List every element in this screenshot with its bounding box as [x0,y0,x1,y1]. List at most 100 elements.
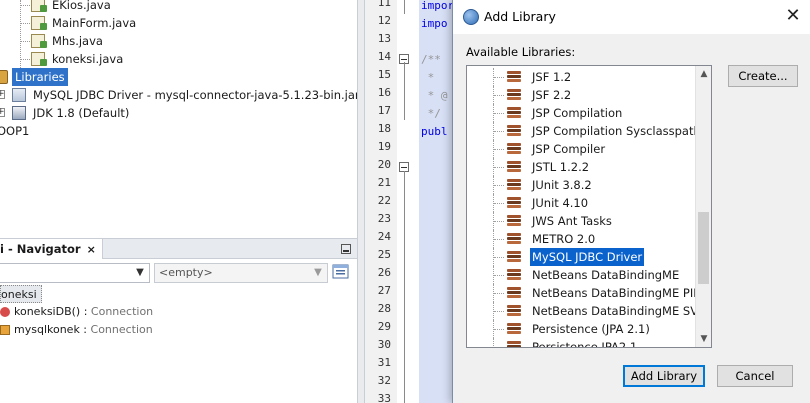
member-name: mysqlkonek : [14,323,91,336]
library-name: Persistence (JPA 2.1) [532,322,650,336]
list-scrollbar[interactable]: ▲ ▼ [695,66,711,347]
library-name: JSF 1.2 [532,70,572,84]
member-name: koneksiDB() : [14,305,91,318]
expand-icon[interactable]: + [0,90,5,99]
library-list-item[interactable]: JSP Compiler [467,140,696,158]
dialog-titlebar[interactable]: Add Library ✕ [453,0,810,34]
java-file-icon [31,52,47,66]
tree-item-library-mysql[interactable]: + MySQL JDBC Driver - mysql-connector-ja… [0,86,357,104]
library-list-item[interactable]: JWS Ant Tasks [467,212,696,230]
libraries-folder-icon [0,70,8,84]
minimize-icon[interactable] [341,244,351,254]
tree-item-project[interactable]: OOP1 [0,122,300,140]
scroll-up-icon[interactable]: ▲ [696,66,711,82]
library-list-item[interactable]: JSP Compilation Sysclasspath [467,122,701,140]
tree-connector [494,167,504,168]
tree-connector [494,239,504,240]
library-books-icon [506,251,522,263]
close-icon[interactable]: ✕ [779,4,807,30]
tree-item-file[interactable]: koneksi.java [0,50,300,68]
navigator-view-dropdown[interactable]: ▼ [0,263,150,283]
library-list-item[interactable]: NetBeans DataBindingME PIM [467,284,703,302]
library-books-icon [506,143,522,155]
filter-settings-icon[interactable] [332,263,350,281]
library-name: JUnit 3.8.2 [532,178,592,192]
library-books-icon [506,323,522,335]
library-books-icon [506,215,522,227]
library-list-item[interactable]: JUnit 3.8.2 [467,176,696,194]
line-number: 25 [377,248,391,261]
library-list-item[interactable]: JSF 1.2 [467,68,696,86]
navigator-tabbar: i - Navigator × [0,239,357,259]
navigator-panel: i - Navigator × ▼ <empty> ▼ oneksi koneks… [0,238,357,403]
tree-connector [494,257,504,258]
library-list-item[interactable]: NetBeans DataBindingME [467,266,696,284]
expand-icon[interactable]: + [0,108,5,117]
line-number: 11 [377,0,391,9]
tree-connector [494,293,504,294]
create-button[interactable]: Create... [728,65,798,87]
library-name: JSP Compilation [532,106,623,120]
close-icon[interactable]: × [87,243,96,256]
library-name: NetBeans DataBindingME SVG [532,304,707,318]
library-name: NetBeans DataBindingME [532,268,680,282]
tree-item-file[interactable]: Mhs.java [0,32,300,50]
library-name: JSTL 1.2.2 [532,160,590,174]
tree-item-label: koneksi.java [52,52,124,66]
tree-item-libraries[interactable]: Libraries [0,68,300,86]
tab-navigator[interactable]: i - Navigator × [0,239,103,259]
fold-guide-line [404,0,405,14]
line-number: 29 [377,320,391,333]
line-number: 13 [377,32,391,45]
library-list-item[interactable]: JSTL 1.2.2 [467,158,696,176]
library-list-item[interactable]: Persistence (JPA 2.1) [467,320,696,338]
tree-item-label: Libraries [12,68,68,86]
library-list-item[interactable]: MySQL JDBC Driver [467,247,696,267]
library-name: NetBeans DataBindingME PIM [532,286,704,300]
tree-item-library-jdk[interactable]: + JDK 1.8 (Default) [0,104,300,122]
tree-connector [494,221,504,222]
java-file-icon [31,16,47,30]
available-libraries-list[interactable]: JSF 1.2 JSF 2.2 JSP Compilation JSP Compila… [466,65,712,348]
scrollbar-thumb[interactable] [698,212,709,284]
tab-label: i - Navigator [0,242,81,256]
tree-connector [494,203,504,204]
cancel-button[interactable]: Cancel [717,365,793,387]
line-number: 15 [377,68,391,81]
tree-item-file[interactable]: EKios.java [0,0,300,14]
tree-connector [494,113,504,114]
line-number: 27 [377,284,391,297]
navigator-class-node[interactable]: oneksi [0,285,42,303]
library-name: JWS Ant Tasks [532,214,612,228]
library-list-item[interactable]: JUnit 4.10 [467,194,696,212]
netbeans-app-icon [463,9,479,25]
add-library-button[interactable]: Add Library [623,365,705,387]
fold-guide-line [404,62,405,120]
line-number: 31 [377,356,391,369]
line-number: 18 [377,122,391,135]
tree-connector [494,149,504,150]
tree-item-label: MainForm.java [52,16,137,30]
tree-item-file[interactable]: MainForm.java [0,14,300,32]
line-number: 32 [377,374,391,387]
line-number: 22 [377,194,391,207]
java-file-icon [31,0,47,12]
member-filter-dropdown[interactable]: <empty> ▼ [154,263,328,283]
tree-connector [20,23,30,24]
line-number: 21 [377,176,391,189]
line-number: 24 [377,230,391,243]
library-list-item[interactable]: METRO 2.0 [467,230,696,248]
tree-connector [494,95,504,96]
library-list-item[interactable]: NetBeans DataBindingME SVG [467,302,707,320]
library-books-icon [506,233,522,245]
line-number: 20 [377,158,391,171]
library-list-item[interactable]: JSF 2.2 [467,86,696,104]
library-name: JSP Compilation Sysclasspath [532,124,701,138]
library-list-item[interactable]: JSP Compilation [467,104,696,122]
line-number: 28 [377,302,391,315]
member-type: Connection [90,305,154,318]
panel-splitter[interactable] [357,0,365,403]
tree-item-label: MySQL JDBC Driver - mysql-connector-java… [33,88,357,102]
scroll-down-icon[interactable]: ▼ [696,331,711,347]
library-list-item[interactable]: Persistence JPA2.1 [467,338,696,347]
